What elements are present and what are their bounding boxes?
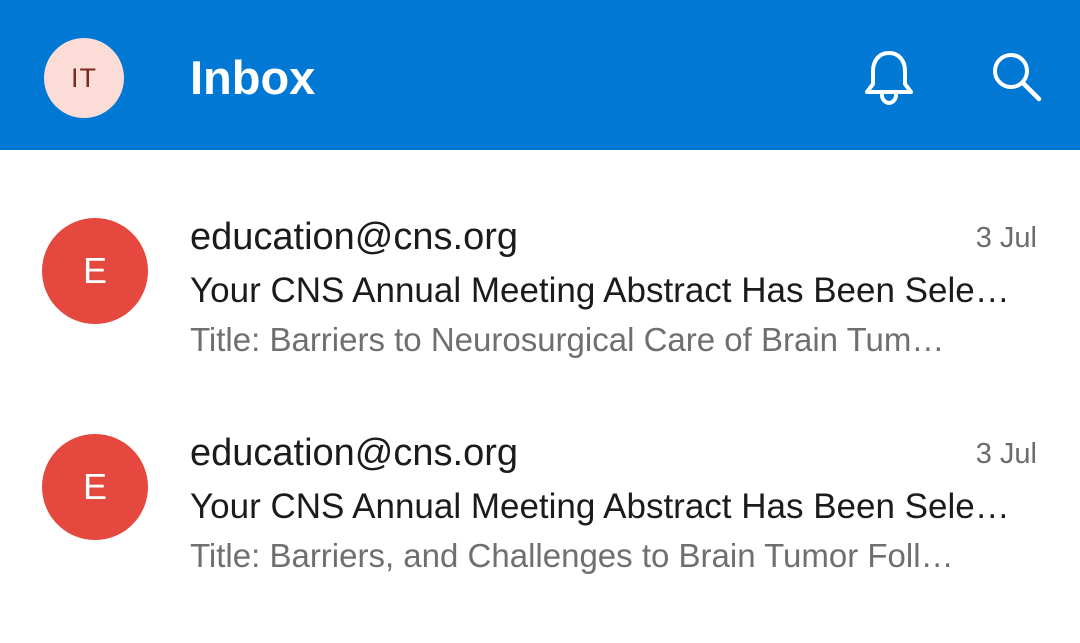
page-title: Inbox (190, 51, 316, 104)
sender-name: education@cns.org (190, 216, 518, 258)
app-header: IT Inbox (0, 0, 1080, 150)
email-preview: Title: Barriers, and Challenges to Brain… (190, 537, 954, 574)
sender-avatar: E (42, 434, 148, 540)
email-preview: Title: Barriers to Neurosurgical Care of… (190, 321, 945, 358)
email-list: E education@cns.org 3 Jul Your CNS Annua… (0, 150, 1080, 582)
email-date: 3 Jul (975, 438, 1037, 470)
email-subject: Your CNS Annual Meeting Abstract Has Bee… (190, 271, 1010, 310)
email-date: 3 Jul (975, 222, 1037, 254)
sender-avatar: E (42, 218, 148, 324)
sender-name: education@cns.org (190, 432, 518, 474)
email-subject: Your CNS Annual Meeting Abstract Has Bee… (190, 487, 1010, 526)
email-item[interactable]: E education@cns.org 3 Jul Your CNS Annua… (0, 150, 1080, 366)
email-item[interactable]: E education@cns.org 3 Jul Your CNS Annua… (0, 366, 1080, 582)
bell-icon (865, 51, 913, 106)
search-button[interactable] (984, 44, 1048, 108)
inbox-screen: IT Inbox E education@cns.org 3 Jul Your … (0, 0, 1080, 643)
search-icon (993, 53, 1042, 102)
notifications-button[interactable] (857, 44, 921, 108)
user-avatar[interactable]: IT (44, 38, 124, 118)
